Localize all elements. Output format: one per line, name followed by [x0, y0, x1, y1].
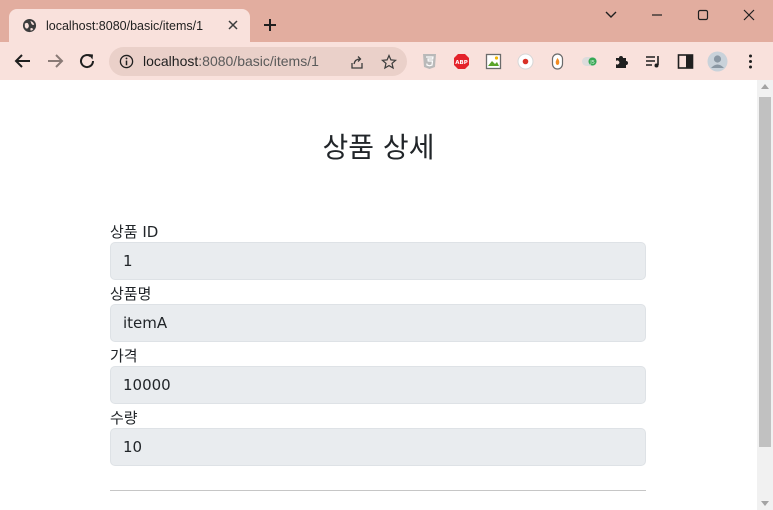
profile-icon[interactable] — [707, 51, 728, 72]
address-bar[interactable]: localhost:8080/basic/items/1 — [109, 47, 407, 76]
fire-icon[interactable] — [549, 53, 566, 70]
url-text[interactable]: localhost:8080/basic/items/1 — [143, 53, 319, 69]
page-title: 상품 상세 — [322, 131, 435, 164]
item-id-field[interactable]: 1 — [110, 242, 646, 280]
svg-text:ABP: ABP — [455, 60, 467, 66]
browser-toolbar: localhost:8080/basic/items/1 ABP JS — [0, 42, 773, 80]
item-id-label: 상품 ID — [110, 223, 159, 241]
adblock-icon[interactable]: ABP — [453, 53, 470, 70]
media-icon[interactable] — [645, 53, 662, 70]
back-icon[interactable] — [14, 52, 32, 70]
maximize-icon[interactable] — [693, 6, 713, 24]
browser-titlebar: localhost:8080/basic/items/1 — [0, 0, 773, 42]
minimize-icon[interactable] — [647, 6, 667, 24]
bookmark-star-icon[interactable] — [381, 54, 397, 70]
divider — [110, 490, 646, 491]
browser-tab[interactable]: localhost:8080/basic/items/1 — [9, 9, 250, 42]
forward-icon[interactable] — [46, 52, 64, 70]
item-name-label: 상품명 — [110, 285, 152, 303]
svg-text:JS: JS — [589, 60, 594, 66]
js-icon[interactable]: JS — [581, 53, 598, 70]
new-tab-icon[interactable] — [262, 17, 278, 33]
price-field[interactable]: 10000 — [110, 366, 646, 404]
reload-icon[interactable] — [78, 52, 96, 70]
price-label: 가격 — [110, 347, 138, 365]
scrollbar-thumb[interactable] — [759, 97, 771, 447]
tab-search-icon[interactable] — [601, 6, 621, 24]
tab-title: localhost:8080/basic/items/1 — [46, 18, 204, 33]
globe-icon — [22, 18, 37, 33]
puzzle-icon[interactable] — [613, 53, 630, 70]
menu-icon[interactable] — [742, 53, 759, 70]
sidepanel-icon[interactable] — [677, 53, 694, 70]
quantity-label: 수량 — [110, 409, 138, 427]
page-viewport: 상품 상세 상품 ID 1 상품명 itemA 가격 10000 수량 10 — [0, 80, 757, 510]
image-icon[interactable] — [485, 53, 502, 70]
vertical-scrollbar[interactable] — [757, 80, 773, 510]
share-icon[interactable] — [349, 54, 365, 70]
url-path: :8080/basic/items/1 — [198, 53, 319, 69]
close-window-icon[interactable] — [739, 6, 759, 24]
item-name-field[interactable]: itemA — [110, 304, 646, 342]
scroll-down-icon[interactable] — [761, 501, 769, 506]
record-icon[interactable] — [517, 53, 534, 70]
html5-icon[interactable] — [421, 53, 438, 70]
close-tab-icon[interactable] — [226, 18, 240, 32]
info-icon[interactable] — [119, 54, 134, 69]
scroll-up-icon[interactable] — [761, 84, 769, 89]
url-host: localhost — [143, 53, 199, 69]
quantity-field[interactable]: 10 — [110, 428, 646, 466]
